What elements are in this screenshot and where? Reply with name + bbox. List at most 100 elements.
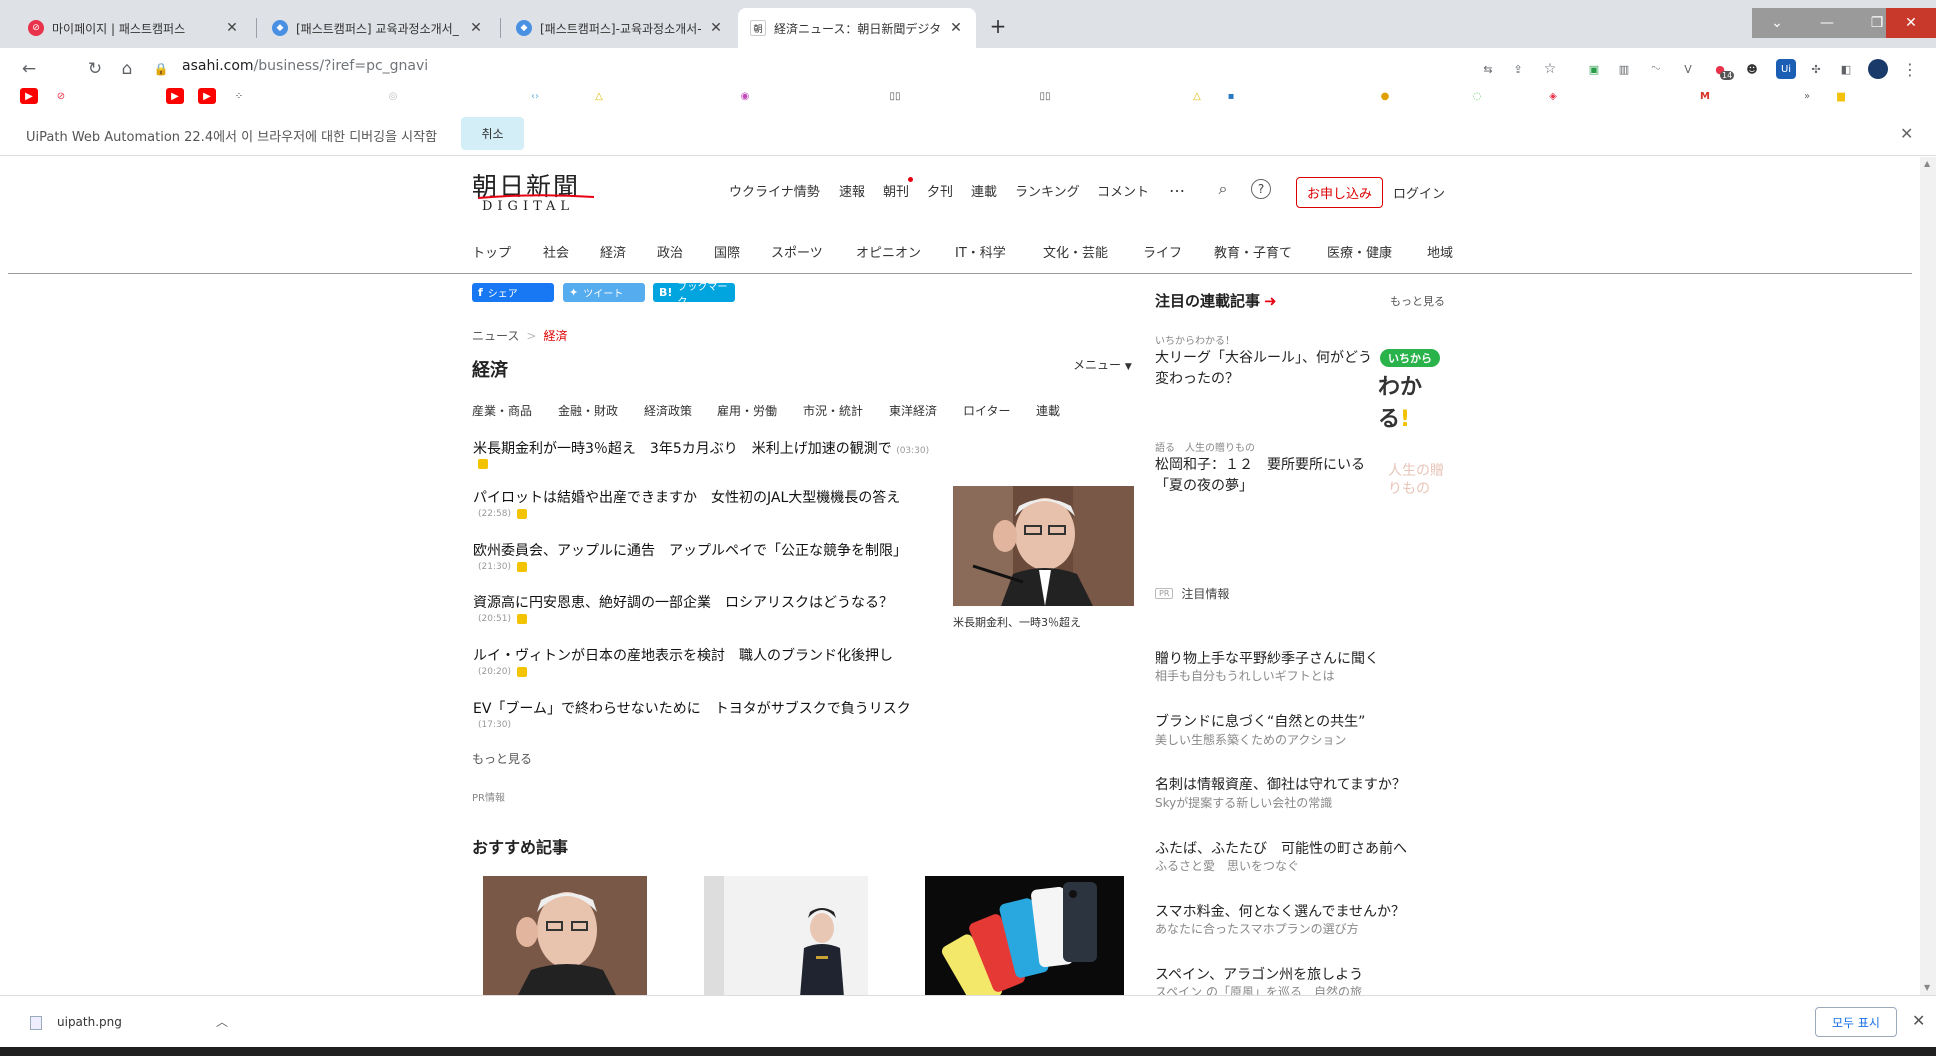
book-icon[interactable]: ▯▯ bbox=[886, 88, 904, 104]
tab-course-1[interactable]: ◆ [패스트캠퍼스] 교육과정소개서_ ✕ bbox=[260, 8, 496, 48]
search-icon[interactable]: ⌕ bbox=[1213, 179, 1233, 199]
subcat-market[interactable]: 市況・統計 bbox=[803, 402, 863, 419]
section-menu-dropdown[interactable]: メニュー ▼ bbox=[1073, 356, 1132, 373]
cat-life[interactable]: ライフ bbox=[1143, 242, 1182, 261]
cat-health[interactable]: 医療・健康 bbox=[1327, 242, 1392, 261]
article-link[interactable]: 欧州委員会、アップルに通告 アップルペイで「公正な競争を制限」 bbox=[473, 540, 907, 560]
series-thumbnail[interactable]: 人生の贈りもの bbox=[1388, 462, 1448, 498]
home-icon[interactable]: ⌂ bbox=[116, 58, 138, 80]
subcat-toyokeizai[interactable]: 東洋経済 bbox=[889, 402, 937, 419]
folder-icon[interactable]: ▆ bbox=[1832, 88, 1850, 104]
recommend-thumb-2[interactable] bbox=[704, 876, 868, 995]
download-item[interactable]: uipath.png bbox=[57, 1015, 122, 1029]
page-scrollbar[interactable]: ▲ ▼ bbox=[1920, 157, 1936, 995]
nav-series[interactable]: 連載 bbox=[971, 181, 997, 200]
article-link[interactable]: ルイ・ヴィトンが日本の産地表示を検討 職人のブランド化後押し bbox=[473, 645, 893, 665]
cat-education[interactable]: 教育・子育て bbox=[1214, 242, 1292, 261]
download-bar-close-icon[interactable]: ✕ bbox=[1912, 1011, 1925, 1030]
nav-more-icon[interactable]: … bbox=[1169, 177, 1185, 196]
close-window-button[interactable]: ✕ bbox=[1886, 8, 1936, 38]
cat-opinion[interactable]: オピニオン bbox=[856, 242, 921, 261]
recommend-thumb-1[interactable] bbox=[483, 876, 647, 995]
breadcrumb-news[interactable]: ニュース bbox=[472, 329, 519, 343]
extension-icon[interactable]: ☻ bbox=[1742, 59, 1762, 79]
back-icon[interactable]: ← bbox=[18, 58, 40, 80]
drive-icon[interactable]: △ bbox=[590, 88, 608, 104]
more-link[interactable]: もっと見る bbox=[472, 750, 532, 767]
cat-it-science[interactable]: IT・科学 bbox=[955, 242, 1006, 261]
cat-economy[interactable]: 経済 bbox=[600, 242, 626, 261]
pr-headline[interactable]: 贈り物上手な平野紗季子さんに聞く bbox=[1155, 648, 1379, 668]
minimize-button[interactable]: — bbox=[1802, 8, 1852, 38]
featured-series-heading[interactable]: 注目の連載記事 ➜ bbox=[1155, 290, 1277, 311]
article-link[interactable]: パイロットは結婚や出産できますか 女性初のJAL大型機機長の答え bbox=[473, 487, 900, 507]
subcat-series[interactable]: 連載 bbox=[1036, 402, 1060, 419]
fastcampus-icon[interactable]: ⊘ bbox=[52, 88, 70, 104]
gmail-icon[interactable]: M bbox=[1696, 88, 1714, 104]
globe-icon[interactable]: ◎ bbox=[384, 88, 402, 104]
photo-caption[interactable]: 米長期金利、一時3％超え bbox=[953, 614, 1081, 630]
debug-cancel-button[interactable]: 취소 bbox=[461, 117, 524, 150]
pr-headline[interactable]: ブランドに息づく“自然との共生” bbox=[1155, 711, 1365, 731]
extension-icon[interactable]: ▣ bbox=[1584, 59, 1604, 79]
pr-headline[interactable]: スペイン、アラゴン州を旅しよう bbox=[1155, 964, 1363, 984]
bookmark-icon[interactable]: ◈ bbox=[1544, 88, 1562, 104]
extension-icon[interactable]: ᵔᵕ bbox=[1646, 59, 1666, 79]
subscribe-button[interactable]: お申し込み bbox=[1296, 177, 1383, 208]
tab-search-button[interactable]: ⌄ bbox=[1752, 8, 1802, 38]
series-headline[interactable]: 大リーグ「大谷ルール」、何がどう変わったの？ bbox=[1155, 348, 1377, 390]
subcat-industry[interactable]: 産業・商品 bbox=[472, 402, 532, 419]
cat-region[interactable]: 地域 bbox=[1427, 242, 1453, 261]
subcat-reuters[interactable]: ロイター bbox=[963, 402, 1011, 419]
new-tab-button[interactable]: + bbox=[984, 12, 1012, 40]
scroll-up-icon[interactable]: ▲ bbox=[1924, 159, 1930, 168]
nav-ukraine[interactable]: ウクライナ情勢 bbox=[729, 181, 820, 200]
puzzle-icon[interactable]: ✣ bbox=[1806, 59, 1826, 79]
pr-headline[interactable]: 名刺は情報資産、御社は守れてますか？ bbox=[1155, 774, 1406, 794]
bookmark-icon[interactable]: ◉ bbox=[736, 88, 754, 104]
hatena-bookmark-button[interactable]: B! ブックマーク bbox=[653, 282, 735, 308]
facebook-share-button[interactable]: f シェア bbox=[472, 283, 554, 302]
extension-icon[interactable]: ▥ bbox=[1614, 59, 1634, 79]
bookmark-icon[interactable]: ● bbox=[1376, 88, 1394, 104]
youtube-icon[interactable]: ▶ bbox=[198, 88, 216, 104]
tab-mypage[interactable]: ⊘ 마이페이지 | 패스트캠퍼스 ✕ bbox=[16, 8, 252, 48]
nav-ranking[interactable]: ランキング bbox=[1015, 181, 1080, 200]
chevron-up-icon[interactable]: ︿ bbox=[216, 1013, 228, 1030]
recommend-thumb-3[interactable] bbox=[925, 876, 1124, 995]
show-all-downloads-button[interactable]: 모두 표시 bbox=[1815, 1007, 1897, 1037]
cat-top[interactable]: トップ bbox=[472, 242, 511, 261]
address-bar[interactable]: asahi.com/business/?iref=pc_gnavi bbox=[182, 58, 428, 74]
article-link[interactable]: 資源高に円安恩恵、絶好調の一部企業 ロシアリスクはどうなる？ bbox=[473, 592, 893, 612]
tab-course-2[interactable]: ◆ [패스트캠퍼스]-교육과정소개서- ✕ bbox=[504, 8, 736, 48]
infobar-close-icon[interactable]: ✕ bbox=[1900, 124, 1913, 143]
cat-society[interactable]: 社会 bbox=[543, 242, 569, 261]
extension-icon[interactable]: ᐯ bbox=[1678, 59, 1698, 79]
cat-culture[interactable]: 文化・芸能 bbox=[1043, 242, 1108, 261]
nav-breaking[interactable]: 速報 bbox=[839, 181, 865, 200]
more-bookmarks-icon[interactable]: » bbox=[1798, 88, 1816, 104]
login-link[interactable]: ログイン bbox=[1393, 183, 1445, 202]
wakaru-badge[interactable]: いちから わかる! bbox=[1378, 347, 1454, 432]
help-icon[interactable]: ? bbox=[1251, 179, 1271, 199]
lock-icon[interactable]: 🔒 bbox=[154, 58, 169, 80]
tab-close-icon[interactable]: ✕ bbox=[708, 20, 724, 36]
cat-international[interactable]: 国際 bbox=[714, 242, 740, 261]
youtube-icon[interactable]: ▶ bbox=[166, 88, 184, 104]
tab-close-icon[interactable]: ✕ bbox=[468, 20, 484, 36]
article-link[interactable]: EV「ブーム」で終わらせないために トヨタがサブスクで負うリスク bbox=[473, 698, 911, 718]
tab-close-icon[interactable]: ✕ bbox=[948, 20, 964, 36]
nav-evening[interactable]: 夕刊 bbox=[927, 181, 953, 200]
tweet-button[interactable]: ✦ ツイート bbox=[563, 283, 645, 302]
notification-extension-icon[interactable]: ● 14 bbox=[1710, 59, 1735, 80]
drive-icon[interactable]: △ bbox=[1188, 88, 1206, 104]
tab-close-icon[interactable]: ✕ bbox=[224, 20, 240, 36]
bookmark-icon[interactable]: ▪ bbox=[1222, 88, 1240, 104]
article-link[interactable]: 米長期金利が一時3％超え 3年5カ月ぶり 米利上げ加速の観測で (03:30) bbox=[473, 438, 929, 458]
featured-photo[interactable] bbox=[953, 486, 1134, 606]
reload-icon[interactable]: ↻ bbox=[84, 58, 106, 80]
tab-asahi[interactable]: 朝 経済ニュース：朝日新聞デジタル ✕ bbox=[738, 8, 976, 48]
series-headline[interactable]: 松岡和子：１２ 要所要所にいる「夏の夜の夢」 bbox=[1155, 455, 1377, 497]
cat-sports[interactable]: スポーツ bbox=[771, 242, 823, 261]
menu-icon[interactable]: ⋮ bbox=[1900, 59, 1920, 79]
